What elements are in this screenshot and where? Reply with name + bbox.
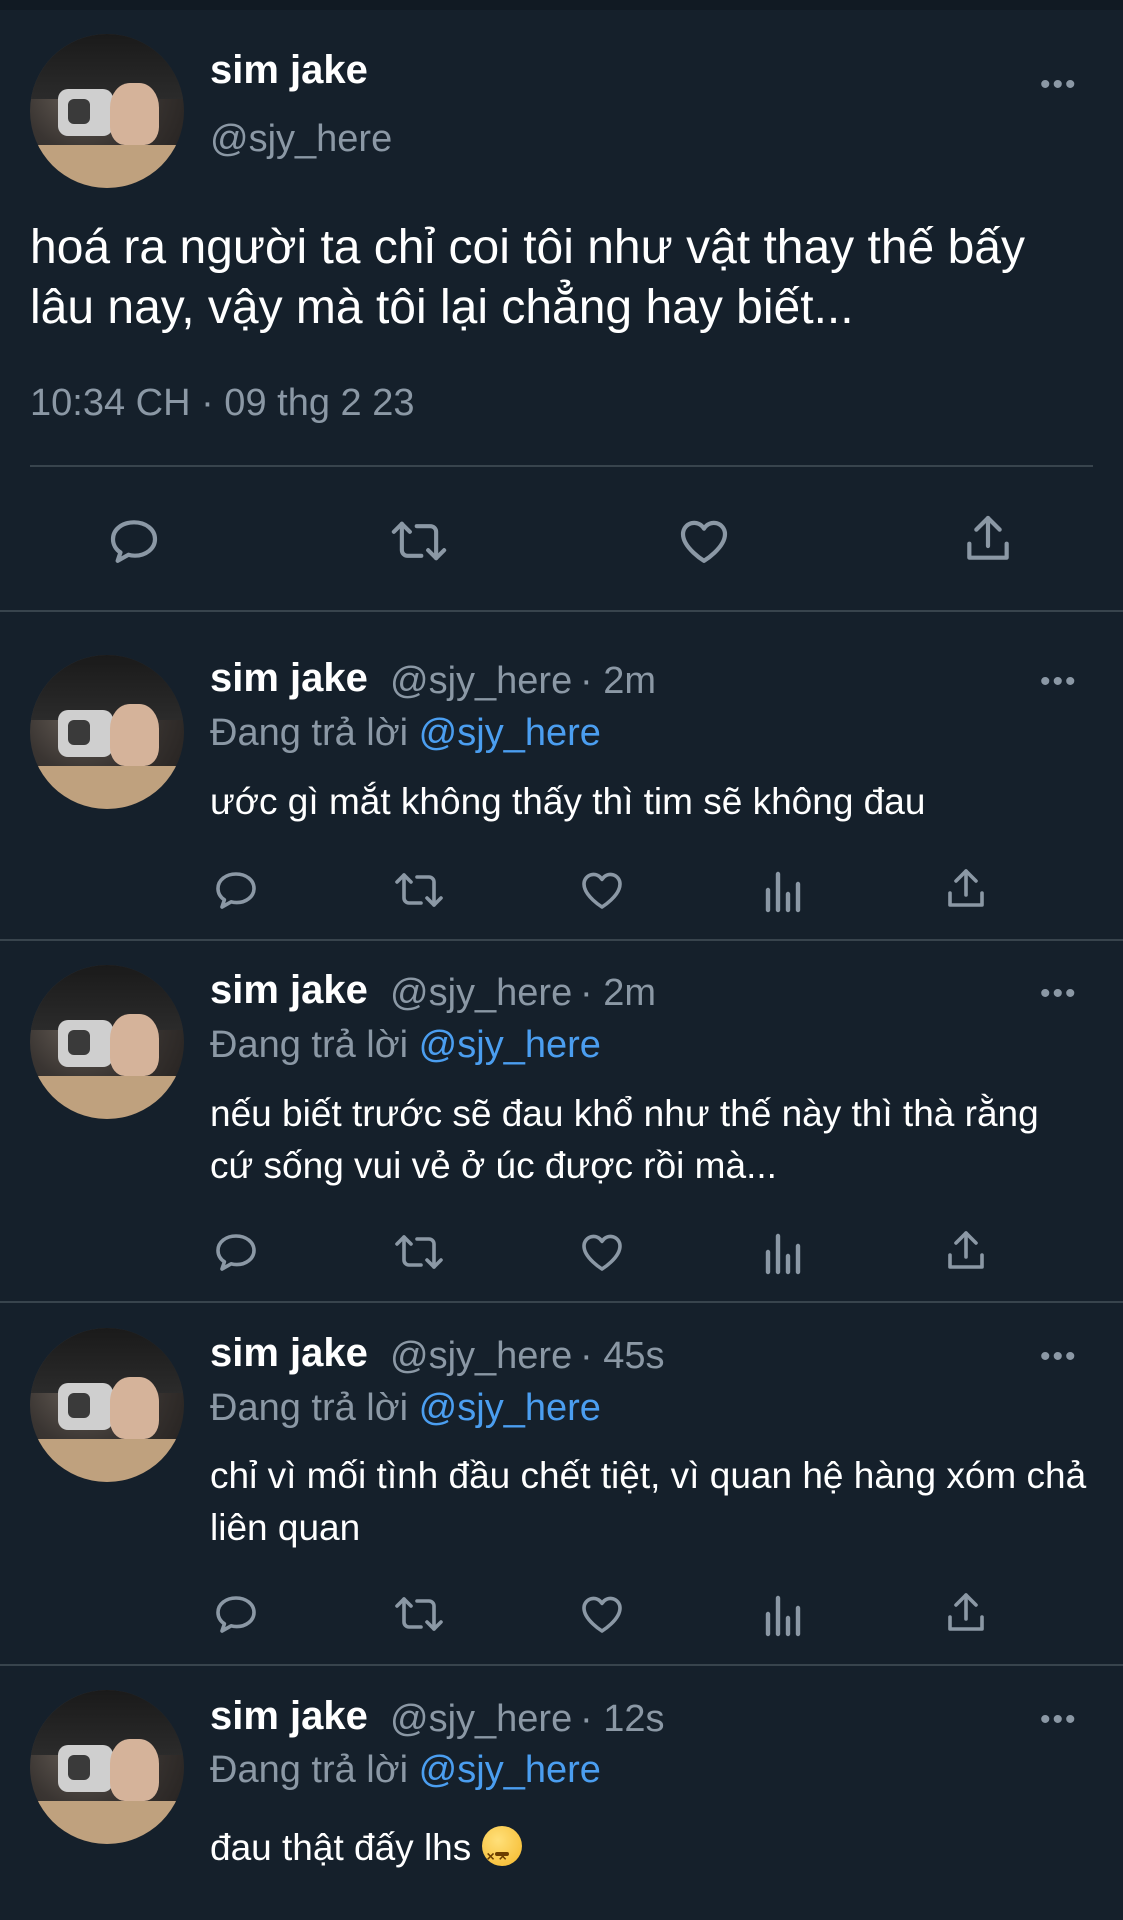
reply-text: nếu biết trước sẽ đau khổ như thế này th…: [210, 1093, 1039, 1186]
author-handle[interactable]: @sjy_here: [390, 660, 572, 703]
separator: [0, 1664, 1123, 1666]
reply-time[interactable]: · 45s: [580, 1335, 664, 1378]
replying-to-label: Đang trả lời: [210, 1024, 409, 1066]
separator: [0, 1301, 1123, 1303]
replying-to-label: Đang trả lời: [210, 1387, 409, 1429]
like-icon[interactable]: [577, 866, 627, 914]
reply-icon[interactable]: [212, 1228, 260, 1276]
replying-to: Đang trả lời @sjy_here: [210, 1024, 601, 1067]
reply-time[interactable]: · 2m: [580, 660, 656, 703]
reply-text: đau thật đấy lhs: [210, 1827, 472, 1868]
more-icon[interactable]: •••: [1040, 1342, 1078, 1372]
divider: [30, 465, 1093, 467]
like-icon[interactable]: [577, 1590, 627, 1638]
views-icon[interactable]: [762, 866, 806, 914]
author-name[interactable]: sim jake: [210, 656, 368, 701]
more-icon[interactable]: •••: [1040, 667, 1078, 697]
reply-time[interactable]: · 12s: [580, 1698, 664, 1741]
retweet-icon[interactable]: [391, 1590, 447, 1638]
reply-text-container: đau thật đấy lhs: [210, 1822, 1090, 1882]
more-icon[interactable]: •••: [1040, 1705, 1078, 1735]
author-handle[interactable]: @sjy_here: [390, 972, 572, 1015]
replying-to-link[interactable]: @sjy_here: [419, 1387, 601, 1429]
more-icon[interactable]: •••: [1040, 70, 1078, 100]
share-icon[interactable]: [942, 1226, 990, 1276]
reply-icon[interactable]: [212, 1590, 260, 1638]
top-edge: [0, 0, 1123, 10]
replying-to: Đang trả lời @sjy_here: [210, 712, 601, 755]
replying-to-link[interactable]: @sjy_here: [419, 1024, 601, 1066]
views-icon[interactable]: [762, 1590, 806, 1638]
author-handle[interactable]: @sjy_here: [210, 118, 392, 161]
separator: [0, 610, 1123, 612]
retweet-icon[interactable]: [391, 1228, 447, 1276]
replying-to-label: Đang trả lời: [210, 1749, 409, 1791]
author-name[interactable]: sim jake: [210, 48, 368, 93]
share-icon[interactable]: [942, 1588, 990, 1638]
reply-icon[interactable]: [212, 866, 260, 914]
views-icon[interactable]: [762, 1228, 806, 1276]
share-icon[interactable]: [960, 510, 1016, 568]
tweet-timestamp[interactable]: 10:34 CH · 09 thg 2 23: [30, 382, 414, 425]
share-icon[interactable]: [942, 864, 990, 914]
author-name[interactable]: sim jake: [210, 1331, 368, 1376]
retweet-icon[interactable]: [391, 866, 447, 914]
avatar[interactable]: [30, 655, 184, 809]
like-icon[interactable]: [675, 513, 733, 569]
reply-icon[interactable]: [106, 513, 162, 569]
replying-to: Đang trả lời @sjy_here: [210, 1749, 601, 1792]
replying-to-link[interactable]: @sjy_here: [419, 1749, 601, 1791]
author-name[interactable]: sim jake: [210, 968, 368, 1013]
author-handle[interactable]: @sjy_here: [390, 1335, 572, 1378]
replying-to: Đang trả lời @sjy_here: [210, 1387, 601, 1430]
avatar[interactable]: [30, 1328, 184, 1482]
more-icon[interactable]: •••: [1040, 979, 1078, 1009]
like-icon[interactable]: [577, 1228, 627, 1276]
avatar[interactable]: [30, 965, 184, 1119]
author-handle[interactable]: @sjy_here: [390, 1698, 572, 1741]
reply-text: chỉ vì mối tình đầu chết tiệt, vì quan h…: [210, 1455, 1087, 1548]
replying-to-label: Đang trả lời: [210, 712, 409, 754]
author-name[interactable]: sim jake: [210, 1694, 368, 1739]
separator: [0, 939, 1123, 941]
replying-to-link[interactable]: @sjy_here: [419, 712, 601, 754]
confounded-face-emoji-icon: [481, 1826, 522, 1882]
retweet-icon[interactable]: [387, 513, 451, 569]
reply-time[interactable]: · 2m: [580, 972, 656, 1015]
tweet-text: hoá ra người ta chỉ coi tôi như vật thay…: [30, 221, 1025, 334]
avatar[interactable]: [30, 34, 184, 188]
avatar[interactable]: [30, 1690, 184, 1844]
reply-text: ước gì mắt không thấy thì tim sẽ không đ…: [210, 781, 926, 822]
